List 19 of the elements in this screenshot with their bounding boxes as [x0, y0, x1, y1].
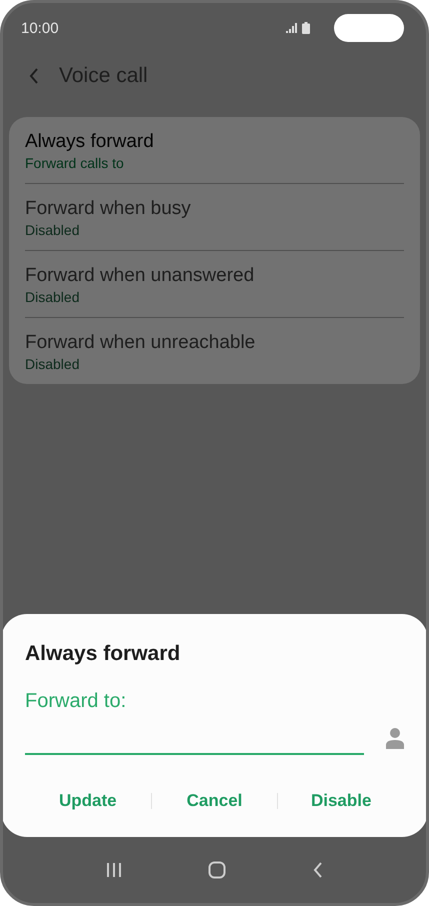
status-time: 10:00 [21, 20, 59, 36]
dialog-button[interactable]: Cancel [152, 787, 278, 815]
back-icon[interactable] [29, 68, 39, 84]
recents-icon[interactable] [106, 862, 122, 878]
setting-summary: Disabled [25, 289, 80, 305]
battery-icon [302, 22, 310, 34]
setting-summary: Disabled [25, 356, 80, 372]
field-label: Forward to: [25, 690, 128, 713]
setting-summary: Forward calls to [25, 155, 125, 171]
home-icon[interactable] [208, 861, 226, 879]
setting-summary: Disabled [25, 222, 80, 238]
dialog-button[interactable]: Update [25, 787, 151, 815]
contact-icon[interactable] [386, 727, 404, 749]
signal-icon [286, 23, 298, 33]
dialog-button[interactable]: Disable [278, 787, 404, 815]
page-title: Voice call [59, 64, 148, 88]
camera-cutout [334, 14, 404, 42]
dialog-title: Always forward [25, 642, 182, 666]
setting-title[interactable]: Always forward [25, 131, 404, 153]
